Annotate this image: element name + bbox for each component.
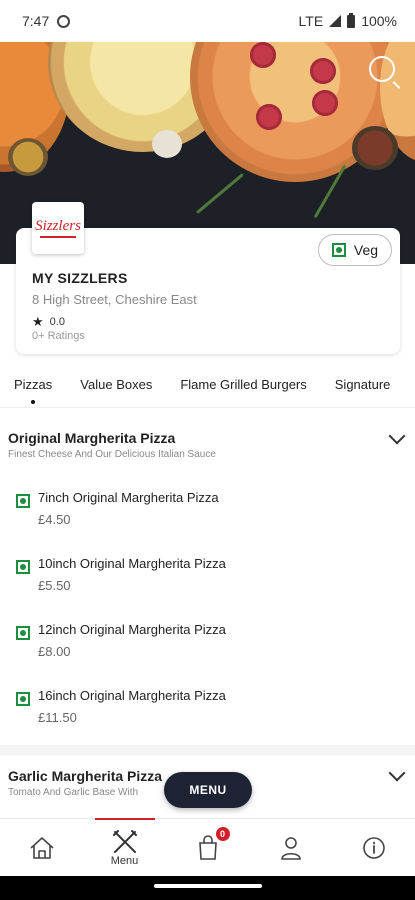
menu-item[interactable]: 10inch Original Margherita Pizza £5.50 <box>16 556 396 608</box>
pepperoni-image <box>250 42 276 68</box>
nav-info[interactable] <box>344 819 404 877</box>
category-tabs: Pizzas Value Boxes Flame Grilled Burgers… <box>0 362 415 408</box>
menu-item[interactable]: 16inch Original Margherita Pizza £11.50 <box>16 688 396 740</box>
tab-signature[interactable]: Signature <box>321 362 405 407</box>
section-subtitle: Finest Cheese And Our Delicious Italian … <box>8 449 216 460</box>
item-price: £4.50 <box>38 512 71 527</box>
menu-section: Original Margherita Pizza Finest Cheese … <box>0 410 415 740</box>
restaurant-address: 8 High Street, Cheshire East <box>32 292 197 307</box>
veg-label: Veg <box>353 242 379 258</box>
pepperoni-image <box>312 90 338 116</box>
spice-bowl-image <box>352 126 398 170</box>
cart-count-badge: 0 <box>215 826 230 841</box>
bottom-nav: Menu 0 <box>0 817 415 877</box>
network-label: LTE <box>298 13 324 29</box>
veg-filter-toggle[interactable]: Veg <box>318 234 392 266</box>
rating-value: 0.0 <box>49 316 65 328</box>
signal-icon <box>329 15 342 27</box>
battery-icon <box>347 12 356 28</box>
status-left: 7:47 <box>22 13 71 29</box>
info-icon <box>362 836 385 859</box>
item-name: 7inch Original Margherita Pizza <box>38 490 219 505</box>
item-name: 12inch Original Margherita Pizza <box>38 622 226 637</box>
veg-icon <box>16 560 30 574</box>
shopping-bag-icon <box>198 834 217 860</box>
nav-menu-label: Menu <box>110 854 139 867</box>
logo-underline <box>40 236 76 238</box>
section-title[interactable]: Garlic Margherita Pizza <box>8 768 162 784</box>
system-gesture-area <box>0 876 415 900</box>
status-right: LTE 100% <box>298 12 397 29</box>
veg-icon <box>331 243 346 257</box>
rating-row: ★ 0.0 <box>32 314 65 330</box>
home-gesture-bar[interactable] <box>154 884 262 888</box>
user-icon <box>280 836 301 860</box>
nav-cart[interactable]: 0 <box>178 819 238 877</box>
tab-value-boxes[interactable]: Value Boxes <box>66 362 166 407</box>
star-icon: ★ <box>32 314 44 329</box>
item-price: £8.00 <box>38 644 71 659</box>
pepperoni-image <box>256 104 282 130</box>
restaurant-name: MY SIZZLERS <box>32 270 128 286</box>
item-name: 16inch Original Margherita Pizza <box>38 688 226 703</box>
restaurant-card: Sizzlers Veg MY SIZZLERS 8 High Street, … <box>16 202 400 354</box>
spice-bowl-image <box>8 138 48 176</box>
section-title[interactable]: Original Margherita Pizza <box>8 430 175 446</box>
settings-status-icon <box>57 14 71 28</box>
nav-menu[interactable]: Menu <box>94 817 155 877</box>
section-subtitle: Tomato And Garlic Base With <box>8 787 139 798</box>
chevron-down-icon[interactable] <box>388 764 406 782</box>
pepperoni-image <box>310 58 336 84</box>
item-price: £5.50 <box>38 578 71 593</box>
item-name: 10inch Original Margherita Pizza <box>38 556 226 571</box>
nav-profile[interactable] <box>261 819 321 877</box>
logo-text: Sizzlers <box>35 218 81 234</box>
status-bar: 7:47 LTE 100% <box>0 0 415 42</box>
nav-home[interactable] <box>12 819 72 877</box>
section-divider <box>0 745 415 755</box>
tab-flame-grilled-burgers[interactable]: Flame Grilled Burgers <box>166 362 320 407</box>
fork-knife-icon <box>112 829 137 853</box>
garlic-image <box>152 130 182 158</box>
rating-count: 0+ Ratings <box>32 330 85 342</box>
veg-icon <box>16 626 30 640</box>
status-time: 7:47 <box>22 13 50 29</box>
veg-icon <box>16 692 30 706</box>
menu-item[interactable]: 7inch Original Margherita Pizza £4.50 <box>16 490 396 542</box>
tab-pizzas[interactable]: Pizzas <box>0 362 66 407</box>
veg-icon <box>16 494 30 508</box>
home-icon <box>29 836 54 859</box>
battery-level: 100% <box>361 13 397 29</box>
item-price: £11.50 <box>38 710 77 725</box>
chevron-down-icon[interactable] <box>388 427 406 445</box>
search-icon[interactable] <box>369 56 395 82</box>
herb-image <box>196 173 244 214</box>
menu-fab-button[interactable]: MENU <box>164 772 252 808</box>
restaurant-logo: Sizzlers <box>32 202 84 254</box>
menu-item[interactable]: 12inch Original Margherita Pizza £8.00 <box>16 622 396 674</box>
